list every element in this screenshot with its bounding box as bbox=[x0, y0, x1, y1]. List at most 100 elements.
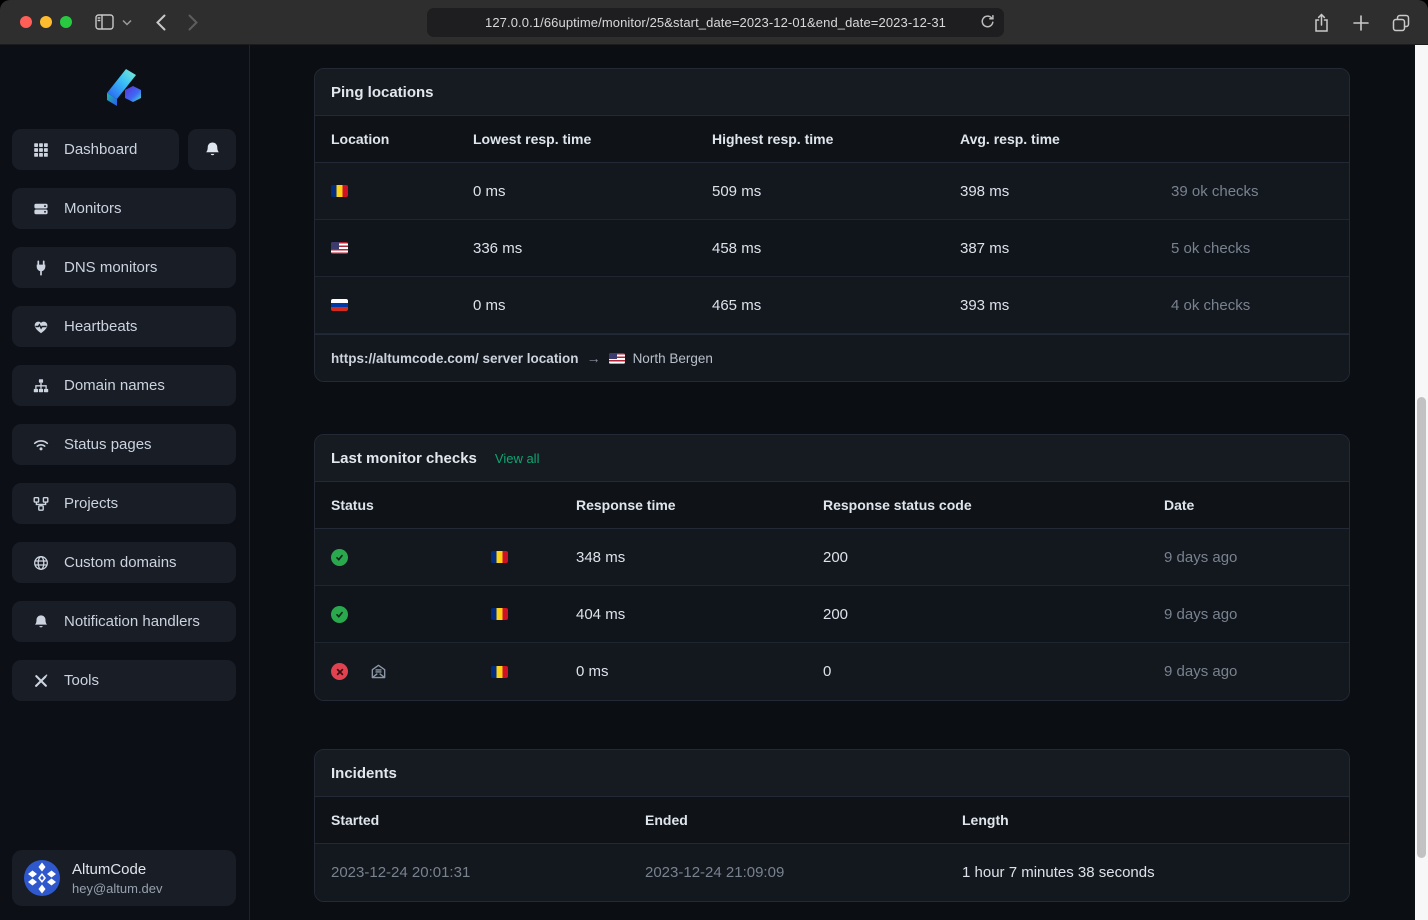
sidebar-toggle-icon[interactable] bbox=[95, 14, 114, 30]
incidents-table-header: Started Ended Length bbox=[315, 797, 1349, 844]
ping-locations-card: Ping locations Location Lowest resp. tim… bbox=[314, 68, 1350, 382]
bell-icon bbox=[203, 141, 221, 158]
sidebar-item-notification-handlers[interactable]: Notification handlers bbox=[12, 601, 236, 642]
tools-icon bbox=[32, 673, 50, 689]
new-tab-icon[interactable] bbox=[1353, 15, 1369, 31]
checks-table-header: Status Response time Response status cod… bbox=[315, 482, 1349, 529]
diagram-icon bbox=[32, 496, 50, 512]
sidebar-item-heartbeats[interactable]: Heartbeats bbox=[12, 306, 236, 347]
response-status-code: 200 bbox=[823, 549, 1164, 566]
altumcode-logo[interactable] bbox=[12, 65, 236, 111]
sidebar-item-projects[interactable]: Projects bbox=[12, 483, 236, 524]
sidebar-item-dashboard[interactable]: Dashboard bbox=[12, 129, 179, 170]
user-name: AltumCode bbox=[72, 861, 163, 878]
column-response-time: Response time bbox=[576, 497, 823, 513]
response-status-code: 200 bbox=[823, 606, 1164, 623]
sidebar-item-label: Heartbeats bbox=[64, 318, 137, 335]
column-location: Location bbox=[331, 131, 473, 147]
address-bar-url[interactable]: 127.0.0.1/66uptime/monitor/25&start_date… bbox=[485, 15, 946, 30]
column-date: Date bbox=[1164, 497, 1333, 513]
romania-flag bbox=[491, 608, 508, 620]
arrow-right-icon: → bbox=[587, 350, 601, 366]
sidebar-item-dns-monitors[interactable]: DNS monitors bbox=[12, 247, 236, 288]
column-started: Started bbox=[331, 812, 645, 828]
sidebar-item-label: Notification handlers bbox=[64, 613, 200, 630]
column-status-code: Response status code bbox=[823, 497, 1164, 513]
share-icon[interactable] bbox=[1313, 13, 1330, 33]
scrollbar-thumb[interactable] bbox=[1417, 397, 1426, 858]
highest-resp-time: 509 ms bbox=[712, 183, 960, 200]
sidebar-item-label: Projects bbox=[64, 495, 118, 512]
status-up-icon bbox=[331, 606, 348, 623]
table-row: 348 ms 200 9 days ago bbox=[315, 529, 1349, 586]
last-monitor-checks-title: Last monitor checks bbox=[331, 450, 477, 467]
close-window-button[interactable] bbox=[20, 16, 32, 28]
avg-resp-time: 393 ms bbox=[960, 297, 1171, 314]
wifi-icon bbox=[32, 437, 50, 453]
sitemap-icon bbox=[32, 378, 50, 394]
sidebar: Dashboard Monitors DNS monitors bbox=[0, 45, 250, 920]
sidebar-item-monitors[interactable]: Monitors bbox=[12, 188, 236, 229]
user-account-card[interactable]: AltumCode hey@altum.dev bbox=[12, 850, 236, 906]
table-row: 0 ms 509 ms 398 ms 39 ok checks bbox=[315, 163, 1349, 220]
usa-flag bbox=[609, 353, 625, 364]
check-date: 9 days ago bbox=[1164, 606, 1333, 623]
toolbar-chevron-down-icon[interactable] bbox=[122, 19, 132, 26]
check-date: 9 days ago bbox=[1164, 549, 1333, 566]
sidebar-item-custom-domains[interactable]: Custom domains bbox=[12, 542, 236, 583]
table-row: 0 ms 0 9 days ago bbox=[315, 643, 1349, 700]
safari-window: 127.0.0.1/66uptime/monitor/25&start_date… bbox=[0, 0, 1428, 920]
usa-flag bbox=[331, 242, 348, 254]
highest-resp-time: 465 ms bbox=[712, 297, 960, 314]
response-status-code: 0 bbox=[823, 663, 1164, 680]
toolbar-right-icons bbox=[1313, 0, 1410, 45]
sidebar-item-domain-names[interactable]: Domain names bbox=[12, 365, 236, 406]
sidebar-notifications-button[interactable] bbox=[188, 129, 236, 170]
zoom-window-button[interactable] bbox=[60, 16, 72, 28]
traffic-lights bbox=[20, 16, 72, 28]
sidebar-item-label: Tools bbox=[64, 672, 99, 689]
address-bar[interactable]: 127.0.0.1/66uptime/monitor/25&start_date… bbox=[427, 8, 1004, 37]
column-lowest: Lowest resp. time bbox=[473, 131, 712, 147]
heart-pulse-icon bbox=[32, 319, 50, 335]
server-location-value: North Bergen bbox=[633, 351, 713, 366]
vertical-scrollbar[interactable] bbox=[1415, 45, 1428, 920]
last-monitor-checks-card: Last monitor checks View all Status Resp… bbox=[314, 434, 1350, 701]
column-ended: Ended bbox=[645, 812, 962, 828]
globe-icon bbox=[32, 555, 50, 571]
sidebar-item-label: Dashboard bbox=[64, 141, 137, 158]
user-email: hey@altum.dev bbox=[72, 881, 163, 896]
app-body: Dashboard Monitors DNS monitors bbox=[0, 45, 1428, 920]
sidebar-item-label: DNS monitors bbox=[64, 259, 157, 276]
lowest-resp-time: 0 ms bbox=[473, 297, 712, 314]
highest-resp-time: 458 ms bbox=[712, 240, 960, 257]
reload-icon[interactable] bbox=[980, 14, 995, 30]
view-all-link[interactable]: View all bbox=[495, 451, 540, 466]
sidebar-item-status-pages[interactable]: Status pages bbox=[12, 424, 236, 465]
notification-sent-icon bbox=[370, 663, 387, 680]
incidents-card: Incidents Started Ended Length 2023-12-2… bbox=[314, 749, 1350, 902]
table-row: 336 ms 458 ms 387 ms 5 ok checks bbox=[315, 220, 1349, 277]
table-row: 0 ms 465 ms 393 ms 4 ok checks bbox=[315, 277, 1349, 334]
column-length: Length bbox=[962, 812, 1333, 828]
column-highest: Highest resp. time bbox=[712, 131, 960, 147]
grid-icon bbox=[32, 142, 50, 158]
incident-ended: 2023-12-24 21:09:09 bbox=[645, 864, 962, 881]
server-location-footer: https://altumcode.com/ server location →… bbox=[315, 334, 1349, 381]
ping-locations-title: Ping locations bbox=[331, 84, 434, 101]
russia-flag bbox=[331, 299, 348, 311]
status-up-icon bbox=[331, 549, 348, 566]
incident-started: 2023-12-24 20:01:31 bbox=[331, 864, 645, 881]
response-time: 348 ms bbox=[576, 549, 823, 566]
tab-overview-icon[interactable] bbox=[1392, 14, 1410, 32]
sidebar-item-tools[interactable]: Tools bbox=[12, 660, 236, 701]
ping-table-header: Location Lowest resp. time Highest resp.… bbox=[315, 116, 1349, 163]
plug-icon bbox=[32, 260, 50, 276]
browser-toolbar: 127.0.0.1/66uptime/monitor/25&start_date… bbox=[0, 0, 1428, 45]
back-button[interactable] bbox=[156, 14, 166, 31]
incidents-title: Incidents bbox=[331, 765, 397, 782]
minimize-window-button[interactable] bbox=[40, 16, 52, 28]
lowest-resp-time: 0 ms bbox=[473, 183, 712, 200]
sidebar-item-label: Custom domains bbox=[64, 554, 177, 571]
romania-flag bbox=[491, 551, 508, 563]
